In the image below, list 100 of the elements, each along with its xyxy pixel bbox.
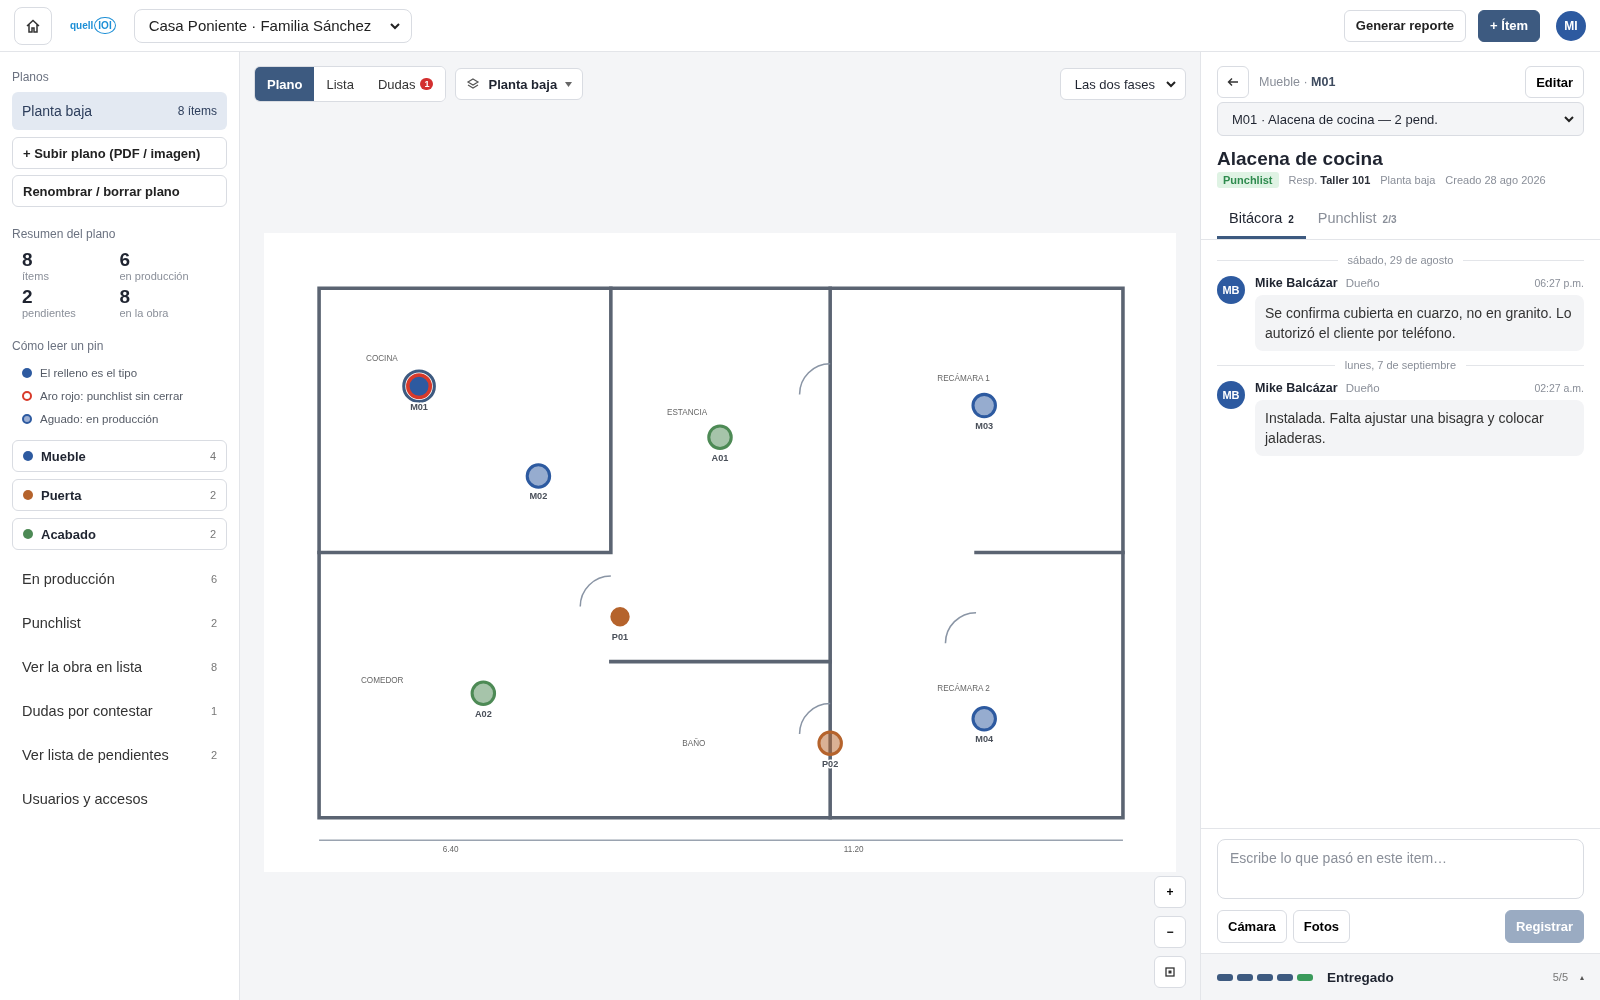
camera-button[interactable]: Cámara [1217,910,1287,943]
map-pin[interactable] [470,680,497,706]
section-heading: Resumen del plano [12,227,117,241]
item-title: Alacena de cocina [1217,148,1384,170]
pin-label: M03 [975,420,994,431]
door-swing [798,362,831,395]
fit-icon [1165,967,1175,977]
zoom-in-button[interactable]: + [1154,876,1186,908]
floor-text: Planta baja [1380,174,1436,186]
pin-label: M04 [975,733,994,744]
map-pin[interactable] [817,730,843,756]
back-button[interactable] [1217,66,1249,98]
map-pin[interactable] [707,423,733,450]
stage-count: 5/5 [1552,971,1568,983]
detail-tab[interactable]: Bitácora 2 [1217,198,1306,239]
add-item-button[interactable]: + Ítem [1478,9,1540,42]
map-pin[interactable] [402,368,436,403]
room-label: RECÁMARA 2 [937,683,990,693]
nav-link[interactable]: En producción 6 [12,557,227,601]
arrow-left-icon [1227,77,1239,87]
home-button[interactable] [14,6,52,45]
phase-select[interactable]: Las dos fases [1059,68,1186,100]
stat-value: 6 [119,249,132,270]
date-separator: sábado, 29 de agosto [1217,254,1584,266]
pin-sample-icon [22,367,32,378]
photos-button[interactable]: Fotos [1292,910,1351,943]
plan-item[interactable]: Planta baja 8 ítems [12,92,227,130]
room-label: COMEDOR [360,675,404,685]
zoom-out-button[interactable]: − [1154,916,1186,948]
author-role: Dueño [1345,382,1381,394]
nav-link[interactable]: Usuarios y accesos [12,777,227,821]
expand-toggle[interactable]: ▴ [1580,972,1584,982]
entry-time: 02:27 a.m. [1534,382,1584,394]
chevron-down-icon [1165,78,1177,90]
author-avatar: MB [1217,381,1245,409]
note-input[interactable]: Escribe lo que pasó en este item… [1217,839,1584,899]
chevron-down-icon [1563,113,1575,125]
pin-label: P01 [611,631,629,642]
item-select[interactable]: M01 · Alacena de cocina — 2 pend. [1217,102,1584,136]
pin-sample-icon [22,390,32,401]
message-bubble: Se confirma cubierta en cuarzo, no en granito. Lo autorizó el cliente por teléfono. [1255,295,1584,351]
user-avatar[interactable]: MI [1556,10,1586,41]
stat-label: pendientes [22,307,77,319]
map-pin[interactable] [525,462,552,489]
stat-value: 8 [119,286,132,307]
stage-label: Entregado [1327,969,1395,985]
dimension-label: 11.20 [843,844,864,854]
floor-select[interactable]: Planta baja [455,68,584,100]
map-pin[interactable] [971,392,997,418]
stat-value: 2 [22,286,34,307]
stat-value: 8 [22,249,34,270]
author-name: Mike Balcázar [1255,276,1338,290]
count-badge: 1 [420,78,434,90]
type-filter[interactable]: Mueble 4 [12,440,227,472]
layers-icon [466,77,481,91]
legend-label: El relleno es el tipo [40,366,138,379]
pin-label: M01 [410,401,428,412]
door-swing [579,574,612,607]
dimension-label: 6.40 [442,844,459,854]
entry-time: 06:27 p.m. [1534,277,1584,289]
room-label: RECÁMARA 1 [937,373,990,383]
author-avatar: MB [1217,276,1245,304]
date-separator: lunes, 7 de septiembre [1217,359,1584,371]
type-filter[interactable]: Puerta 2 [12,479,227,511]
upload-plan-button[interactable]: + Subir plano (PDF / imagen) [12,137,227,169]
author-role: Dueño [1345,277,1381,289]
pin-label: M02 [529,490,548,501]
room-label: ESTANCIA [666,407,708,417]
report-button[interactable]: Generar reporte [1343,9,1467,42]
map-pin[interactable] [971,705,997,732]
fit-view-button[interactable] [1154,956,1186,988]
edit-button[interactable]: Editar [1525,66,1584,98]
stat-label: ítems [22,270,50,282]
caret-icon [565,81,573,87]
type-filter[interactable]: Acabado 2 [12,518,227,550]
stat-label: en producción [119,270,190,282]
view-tab[interactable]: Plano [255,67,315,101]
legend-label: Aro rojo: punchlist sin cerrar [40,389,184,402]
author-name: Mike Balcázar [1255,381,1338,395]
door-swing [798,702,831,735]
pin-sample-icon [22,413,32,424]
project-select[interactable]: Casa Poniente · Familia Sánchez [133,8,413,43]
status-tag: Punchlist [1217,172,1279,188]
section-heading: Cómo leer un pin [12,339,105,353]
stat-label: en la obra [119,307,170,319]
nav-link[interactable]: Ver lista de pendientes 2 [12,733,227,777]
room-label: BAÑO [682,738,706,748]
home-icon [25,17,41,34]
responsible-text: Resp. Taller 101 [1288,174,1371,186]
room-label: COCINA [366,353,398,363]
nav-link[interactable]: Dudas por contestar 1 [12,689,227,733]
brand-logo: quell IOI [70,17,116,34]
message-bubble: Instalada. Falta ajustar una bisagra y colocar jaladeras. [1255,400,1584,456]
section-heading: Planos [12,70,50,84]
nav-link[interactable]: Ver la obra en lista 8 [12,645,227,689]
rename-plan-button[interactable]: Renombrar / borrar plano [12,175,227,207]
door-swing [944,611,977,644]
created-date: Creado 28 ago 2026 [1445,174,1546,186]
pin-label: A02 [474,708,492,719]
nav-link[interactable]: Punchlist 2 [12,601,227,645]
